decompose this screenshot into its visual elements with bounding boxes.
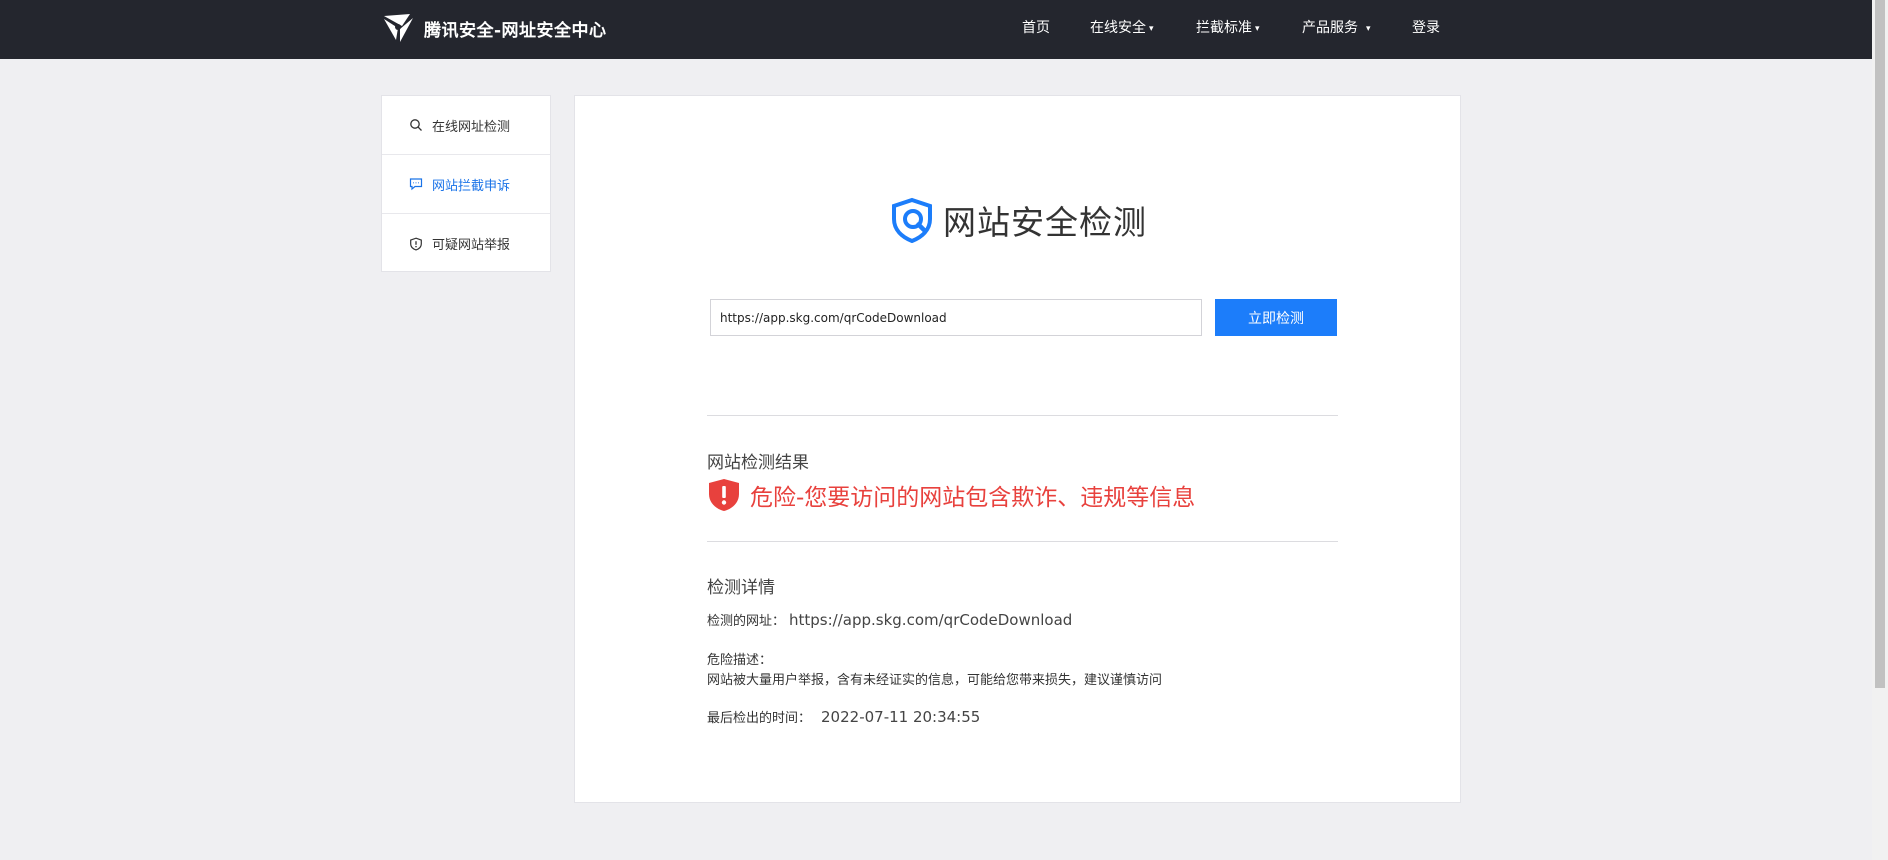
- nav-login[interactable]: 登录: [1412, 17, 1440, 37]
- danger-message: 危险-您要访问的网站包含欺诈、违规等信息: [750, 485, 1196, 511]
- last-checked-label: 最后检出的时间：: [707, 711, 812, 726]
- nav-block-standard-label: 拦截标准: [1196, 20, 1252, 36]
- search-icon: [410, 119, 422, 131]
- chevron-down-icon: ▾: [1366, 24, 1371, 34]
- message-icon: [409, 178, 423, 191]
- scrollbar-thumb[interactable]: [1875, 0, 1885, 688]
- nav-block-standard[interactable]: 拦截标准 ▾: [1196, 17, 1260, 37]
- shield-search-icon: [892, 197, 932, 243]
- nav-home[interactable]: 首页: [1022, 17, 1050, 37]
- sidebar-item-label: 可疑网站举报: [432, 238, 511, 253]
- nav-login-label: 登录: [1412, 20, 1440, 36]
- page-header: 网站安全检测: [889, 196, 1147, 244]
- check-now-button[interactable]: 立即检测: [1215, 299, 1337, 336]
- details-heading: 检测详情: [707, 578, 775, 598]
- brand[interactable]: 腾讯安全-网址安全中心: [380, 10, 607, 46]
- page-title: 网站安全检测: [943, 203, 1147, 242]
- chevron-down-icon: ▾: [1255, 24, 1260, 34]
- risk-description-label: 危险描述：: [707, 653, 773, 668]
- sidebar-item-block-appeal[interactable]: 网站拦截申诉: [382, 155, 550, 214]
- nav-online-security[interactable]: 在线安全 ▾: [1090, 17, 1154, 37]
- risk-description-value: 网站被大量用户举报，含有未经证实的信息，可能给您带来损失，建议谨慎访问: [707, 673, 1163, 688]
- nav-home-label: 首页: [1022, 20, 1050, 36]
- sidebar-item-report-suspicious[interactable]: 可疑网站举报: [382, 214, 550, 273]
- sidebar-item-label: 网站拦截申诉: [432, 178, 511, 194]
- checked-url-label: 检测的网址：: [707, 614, 786, 629]
- vertical-scrollbar[interactable]: [1872, 0, 1888, 860]
- top-navbar: 腾讯安全-网址安全中心 首页 在线安全 ▾ 拦截标准 ▾ 产品服务 ▾ 登录: [0, 0, 1872, 59]
- sidebar-item-online-url-check[interactable]: 在线网址检测: [382, 96, 550, 155]
- url-input[interactable]: [710, 299, 1202, 336]
- nav-products[interactable]: 产品服务 ▾: [1302, 17, 1371, 37]
- divider: [707, 415, 1338, 416]
- nav-online-security-label: 在线安全: [1090, 20, 1146, 36]
- sidebar: 在线网址检测 网站拦截申诉 可疑网站举报: [381, 95, 551, 272]
- shield-alert-icon: [410, 237, 422, 251]
- last-checked-row: 最后检出的时间： 2022-07-11 20:34:55: [707, 707, 980, 726]
- checked-url-row: 检测的网址： https://app.skg.com/qrCodeDownload: [707, 610, 1072, 629]
- danger-shield-icon: [709, 479, 739, 511]
- tencent-security-logo-icon: [384, 14, 413, 42]
- nav-products-label: 产品服务: [1302, 20, 1358, 36]
- danger-status: 危险-您要访问的网站包含欺诈、违规等信息: [707, 478, 1195, 512]
- brand-title: 腾讯安全-网址安全中心: [424, 20, 607, 41]
- divider: [707, 541, 1338, 542]
- chevron-down-icon: ▾: [1149, 24, 1154, 34]
- main-panel: 网站安全检测 立即检测 网站检测结果 危险-您要访问的网站包含欺诈、违规等信息 …: [574, 95, 1461, 803]
- last-checked-value: 2022-07-11 20:34:55: [821, 708, 981, 726]
- sidebar-item-label: 在线网址检测: [432, 119, 511, 135]
- result-heading: 网站检测结果: [707, 453, 809, 473]
- checked-url-value: https://app.skg.com/qrCodeDownload: [789, 611, 1073, 629]
